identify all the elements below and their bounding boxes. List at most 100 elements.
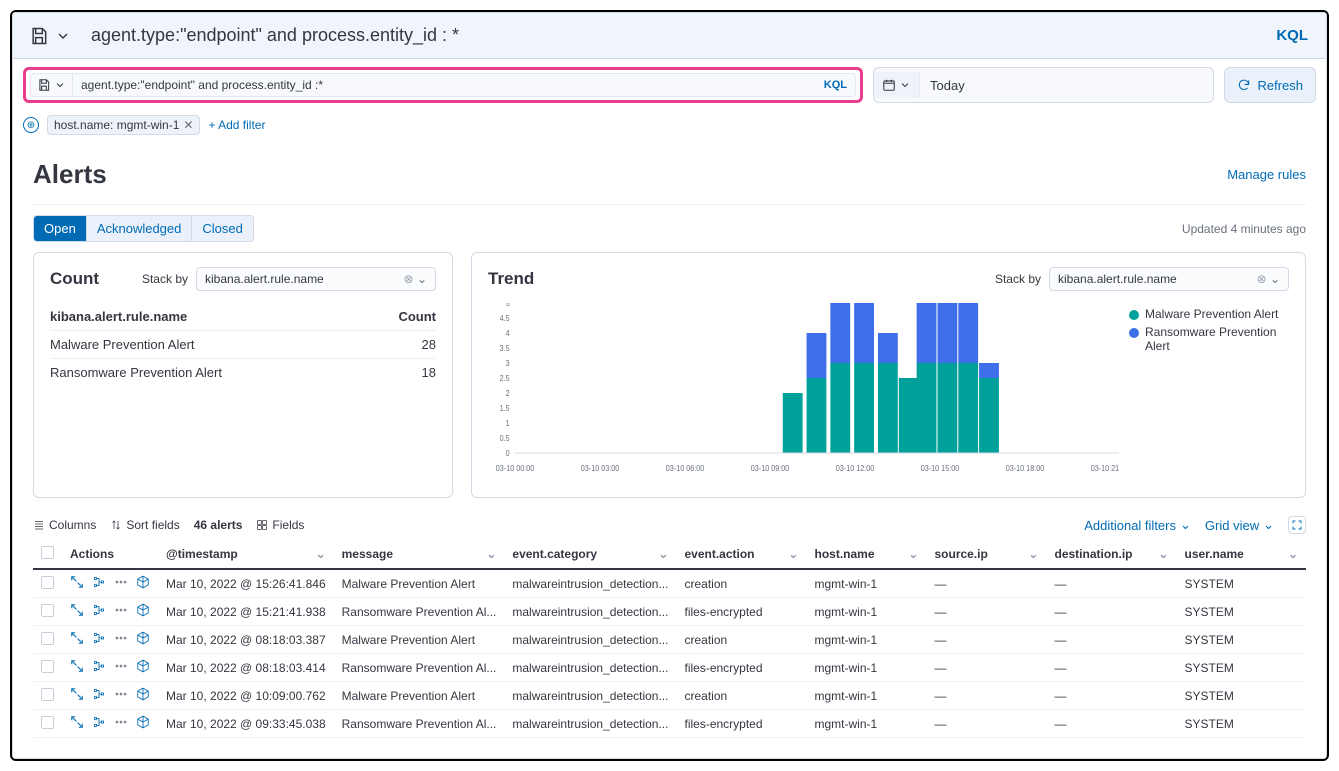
analyze-action-icon[interactable] — [92, 687, 106, 704]
svg-text:03-10 00:00: 03-10 00:00 — [496, 464, 534, 473]
col-host-name[interactable]: host.name⌄ — [806, 540, 926, 569]
cell-timestamp: Mar 10, 2022 @ 09:33:45.038 — [158, 710, 334, 738]
svg-text:1: 1 — [506, 419, 510, 428]
secondary-query-input[interactable]: agent.type:"endpoint" and process.entity… — [73, 74, 816, 96]
fields-button[interactable]: Fields — [256, 518, 304, 532]
col-message[interactable]: message⌄ — [334, 540, 505, 569]
save-query-button[interactable] — [23, 22, 77, 50]
expand-action-icon[interactable] — [70, 575, 84, 592]
col-actions: Actions — [62, 540, 158, 569]
session-action-icon[interactable] — [114, 603, 128, 620]
count-stack-by-select[interactable]: kibana.alert.rule.name ⊗ ⌄ — [196, 267, 436, 291]
expand-action-icon[interactable] — [70, 687, 84, 704]
cube-action-icon[interactable] — [136, 687, 150, 704]
expand-action-icon[interactable] — [70, 715, 84, 732]
filter-chip-hostname[interactable]: host.name: mgmt-win-1 ✕ — [47, 115, 200, 135]
cell-event-category: malwareintrusion_detection... — [504, 682, 676, 710]
table-row: Mar 10, 2022 @ 15:21:41.938 Ransomware P… — [33, 598, 1306, 626]
columns-button[interactable]: Columns — [33, 518, 96, 532]
session-action-icon[interactable] — [114, 659, 128, 676]
svg-text:2: 2 — [506, 389, 510, 398]
analyze-action-icon[interactable] — [92, 631, 106, 648]
cube-action-icon[interactable] — [136, 715, 150, 732]
cell-message: Ransomware Prevention Al... — [334, 710, 505, 738]
top-query-input[interactable]: agent.type:"endpoint" and process.entity… — [83, 21, 1262, 50]
expand-action-icon[interactable] — [70, 659, 84, 676]
cube-action-icon[interactable] — [136, 575, 150, 592]
legend-item[interactable]: Ransomware Prevention Alert — [1129, 325, 1289, 353]
status-tab-acknowledged[interactable]: Acknowledged — [86, 216, 192, 241]
fields-icon — [256, 519, 268, 531]
expand-action-icon[interactable] — [70, 631, 84, 648]
columns-icon — [33, 519, 45, 531]
analyze-action-icon[interactable] — [92, 603, 106, 620]
remove-filter-icon[interactable]: ✕ — [183, 118, 193, 132]
count-row-value: 18 — [367, 359, 436, 387]
session-action-icon[interactable] — [114, 575, 128, 592]
additional-filters-button[interactable]: Additional filters ⌄ — [1084, 517, 1191, 533]
legend-label: Malware Prevention Alert — [1145, 307, 1278, 321]
count-stack-value: kibana.alert.rule.name — [205, 272, 324, 286]
session-action-icon[interactable] — [114, 715, 128, 732]
trend-stack-by-select[interactable]: kibana.alert.rule.name ⊗ ⌄ — [1049, 267, 1289, 291]
row-checkbox[interactable] — [41, 716, 54, 729]
session-action-icon[interactable] — [114, 687, 128, 704]
clear-icon[interactable]: ⊗ — [1257, 272, 1267, 286]
legend-item[interactable]: Malware Prevention Alert — [1129, 307, 1289, 321]
grid-view-button[interactable]: Grid view ⌄ — [1205, 517, 1274, 533]
row-checkbox[interactable] — [41, 688, 54, 701]
status-tab-closed[interactable]: Closed — [191, 216, 252, 241]
refresh-button[interactable]: Refresh — [1224, 67, 1316, 103]
kql-language-button[interactable]: KQL — [1268, 23, 1316, 48]
cell-source-ip: — — [926, 598, 1046, 626]
last-updated-label: Updated 4 minutes ago — [1182, 222, 1306, 236]
col-event-category[interactable]: event.category⌄ — [504, 540, 676, 569]
secondary-save-button[interactable] — [31, 74, 73, 96]
filter-options-button[interactable]: ⊕ — [23, 117, 39, 133]
row-checkbox[interactable] — [41, 604, 54, 617]
col-source-ip[interactable]: source.ip⌄ — [926, 540, 1046, 569]
select-all-checkbox[interactable] — [41, 546, 54, 559]
manage-rules-link[interactable]: Manage rules — [1227, 167, 1306, 182]
alerts-grid: Actions @timestamp⌄ message⌄ event.categ… — [33, 540, 1306, 738]
analyze-action-icon[interactable] — [92, 715, 106, 732]
cell-destination-ip: — — [1046, 654, 1176, 682]
row-checkbox[interactable] — [41, 660, 54, 673]
analyze-action-icon[interactable] — [92, 575, 106, 592]
count-row: Ransomware Prevention Alert18 — [50, 359, 436, 387]
secondary-kql-button[interactable]: KQL — [816, 75, 855, 95]
col-destination-ip[interactable]: destination.ip⌄ — [1046, 540, 1176, 569]
svg-text:03-10 15:00: 03-10 15:00 — [921, 464, 959, 473]
chevron-down-icon: ⌄ — [417, 272, 427, 286]
grid-toolbar: Columns Sort fields 46 alerts Fields Add… — [13, 510, 1326, 540]
sort-fields-button[interactable]: Sort fields — [110, 518, 179, 532]
row-checkbox[interactable] — [41, 576, 54, 589]
row-checkbox[interactable] — [41, 632, 54, 645]
add-filter-button[interactable]: + Add filter — [208, 118, 265, 132]
session-action-icon[interactable] — [114, 631, 128, 648]
page-header: Alerts Manage rules — [13, 145, 1326, 204]
col-event-action[interactable]: event.action⌄ — [676, 540, 806, 569]
cube-action-icon[interactable] — [136, 631, 150, 648]
calendar-button[interactable] — [874, 72, 920, 98]
trend-chart: 00.511.522.533.544.5503-10 00:0003-10 03… — [488, 303, 1119, 483]
cell-timestamp: Mar 10, 2022 @ 15:21:41.938 — [158, 598, 334, 626]
cube-action-icon[interactable] — [136, 659, 150, 676]
count-row-name: Ransomware Prevention Alert — [50, 359, 367, 387]
col-user-name[interactable]: user.name⌄ — [1176, 540, 1306, 569]
col-timestamp[interactable]: @timestamp⌄ — [158, 540, 334, 569]
clear-icon[interactable]: ⊗ — [404, 272, 414, 286]
svg-text:5: 5 — [506, 303, 510, 308]
status-tab-open[interactable]: Open — [34, 216, 86, 241]
cube-action-icon[interactable] — [136, 603, 150, 620]
table-row: Mar 10, 2022 @ 09:33:45.038 Ransomware P… — [33, 710, 1306, 738]
date-picker[interactable]: Today — [873, 67, 1214, 103]
cell-message: Malware Prevention Alert — [334, 682, 505, 710]
count-col-name: kibana.alert.rule.name — [50, 303, 367, 331]
fullscreen-button[interactable] — [1288, 516, 1306, 534]
analyze-action-icon[interactable] — [92, 659, 106, 676]
page-title: Alerts — [33, 159, 107, 190]
table-row: Mar 10, 2022 @ 15:26:41.846 Malware Prev… — [33, 569, 1306, 598]
expand-action-icon[interactable] — [70, 603, 84, 620]
svg-text:3: 3 — [506, 359, 510, 368]
